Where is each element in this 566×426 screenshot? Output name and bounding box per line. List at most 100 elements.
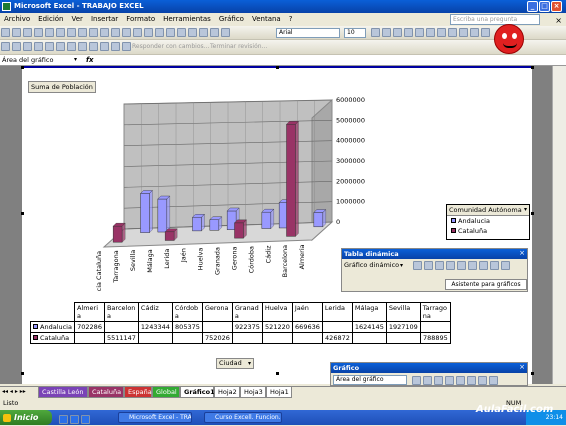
sheet-tab[interactable]: Hoja3 [240, 387, 266, 398]
format-report-icon[interactable] [413, 261, 422, 270]
end-review-button[interactable]: Terminar revisión... [210, 43, 267, 50]
menu-help[interactable]: ? [285, 13, 297, 26]
italic-icon[interactable] [382, 28, 391, 37]
hide-details-icon[interactable] [435, 261, 444, 270]
underline-icon[interactable] [393, 28, 402, 37]
start-button[interactable]: Inicio [0, 410, 52, 425]
menu-edicion[interactable]: Edición [34, 13, 67, 26]
sheet-tab[interactable]: Castilla León [38, 387, 88, 398]
chart-wizard-icon[interactable] [210, 28, 219, 37]
chart-objects-select[interactable]: Área del gráfico [333, 375, 407, 385]
menu-ver[interactable]: Ver [68, 13, 87, 26]
namebox-dropdown-icon[interactable]: ▾ [74, 55, 77, 65]
sheet-tab[interactable]: Cataluña [88, 387, 124, 398]
format-painter-icon[interactable] [133, 28, 142, 37]
pivot-menu-dropdown-icon[interactable]: ▾ [400, 262, 403, 269]
taskbar-item-browser[interactable]: Curso Excell. Funcion... [204, 412, 282, 423]
open-icon[interactable] [12, 28, 21, 37]
pivot-chart-menu[interactable]: Gráfico dinámico [344, 261, 399, 269]
email-icon[interactable] [45, 28, 54, 37]
by-row-icon[interactable] [456, 376, 465, 385]
menu-formato[interactable]: Formato [122, 13, 159, 26]
pivot-chart-icon[interactable] [424, 261, 433, 270]
paste-icon[interactable] [122, 28, 131, 37]
legend-field-button[interactable]: Comunidad Autónoma ▾ [447, 205, 529, 216]
review-icon-4[interactable] [34, 42, 43, 51]
menu-herramientas[interactable]: Herramientas [159, 13, 215, 26]
percent-icon[interactable] [459, 28, 468, 37]
data-table-icon[interactable] [445, 376, 454, 385]
hyperlink-icon[interactable] [166, 28, 175, 37]
new-icon[interactable] [1, 28, 10, 37]
field-settings-icon[interactable] [490, 261, 499, 270]
review-icon-11[interactable] [111, 42, 120, 51]
research-icon[interactable] [89, 28, 98, 37]
menu-grafico[interactable]: Gráfico [215, 13, 248, 26]
redo-icon[interactable] [155, 28, 164, 37]
help-search-input[interactable]: Escriba una pregunta [450, 14, 540, 25]
review-icon-9[interactable] [89, 42, 98, 51]
category-field-button[interactable]: Ciudad ▾ [216, 358, 254, 369]
angle-up-icon[interactable] [489, 376, 498, 385]
review-icon-6[interactable] [56, 42, 65, 51]
autosum-icon[interactable] [177, 28, 186, 37]
quicklaunch-desktop-icon[interactable] [70, 415, 79, 424]
quicklaunch-media-icon[interactable] [81, 415, 90, 424]
selection-handle[interactable] [276, 372, 279, 375]
undo-icon[interactable] [144, 28, 153, 37]
legend-icon[interactable] [434, 376, 443, 385]
minimize-button[interactable]: _ [527, 1, 538, 12]
bold-icon[interactable] [371, 28, 380, 37]
sheet-tab[interactable]: España [124, 387, 152, 398]
font-size-select[interactable]: 10 [344, 28, 366, 38]
review-icon-12[interactable] [122, 42, 131, 51]
cut-icon[interactable] [100, 28, 109, 37]
sort-desc-icon[interactable] [199, 28, 208, 37]
legend-dropdown-icon[interactable]: ▾ [524, 205, 527, 215]
review-icon-10[interactable] [100, 42, 109, 51]
fx-icon[interactable]: fx [86, 55, 94, 65]
sheet-tab[interactable]: Hoja2 [214, 387, 240, 398]
vertical-scrollbar[interactable] [552, 66, 566, 384]
drawing-icon[interactable] [221, 28, 230, 37]
selection-handle[interactable] [276, 66, 279, 69]
close-button[interactable]: × [551, 1, 562, 12]
format-chart-area-icon[interactable] [412, 376, 421, 385]
show-details-icon[interactable] [446, 261, 455, 270]
sort-asc-icon[interactable] [188, 28, 197, 37]
sheet-tab[interactable]: Gráfico1 [180, 387, 215, 398]
selection-handle[interactable] [531, 372, 534, 375]
quicklaunch-ie-icon[interactable] [59, 415, 68, 424]
print-icon[interactable] [56, 28, 65, 37]
category-dropdown-icon[interactable]: ▾ [248, 359, 251, 368]
chart-toolbar-close-icon[interactable]: × [519, 363, 525, 371]
pivot-toolbar-close-icon[interactable]: × [519, 249, 525, 257]
review-icon-1[interactable] [1, 42, 10, 51]
thousands-icon[interactable] [470, 28, 479, 37]
office-assistant-icon[interactable] [494, 24, 524, 54]
tab-scroll-icons[interactable]: ◂◂ ◂ ▸ ▸▸ [2, 388, 26, 395]
currency-icon[interactable] [448, 28, 457, 37]
merge-icon[interactable] [437, 28, 446, 37]
spelling-icon[interactable] [78, 28, 87, 37]
indent-icon[interactable] [481, 28, 490, 37]
align-center-icon[interactable] [415, 28, 424, 37]
by-column-icon[interactable] [467, 376, 476, 385]
permission-icon[interactable] [34, 28, 43, 37]
sheet-tab[interactable]: Global [152, 387, 180, 398]
sheet-tab[interactable]: Hoja1 [266, 387, 292, 398]
copy-icon[interactable] [111, 28, 120, 37]
review-icon-2[interactable] [12, 42, 21, 51]
maximize-button[interactable]: □ [539, 1, 550, 12]
chart-wizard-button[interactable]: Asistente para gráficos [445, 279, 527, 290]
align-right-icon[interactable] [426, 28, 435, 37]
include-hidden-icon[interactable] [468, 261, 477, 270]
angle-down-icon[interactable] [478, 376, 487, 385]
review-icon-3[interactable] [23, 42, 32, 51]
font-name-select[interactable]: Arial [276, 28, 340, 38]
respond-with-changes-button[interactable]: Responder con cambios... [132, 43, 209, 50]
save-icon[interactable] [23, 28, 32, 37]
selection-handle[interactable] [531, 212, 534, 215]
selection-handle[interactable] [21, 66, 24, 69]
chart-type-icon[interactable] [423, 376, 432, 385]
